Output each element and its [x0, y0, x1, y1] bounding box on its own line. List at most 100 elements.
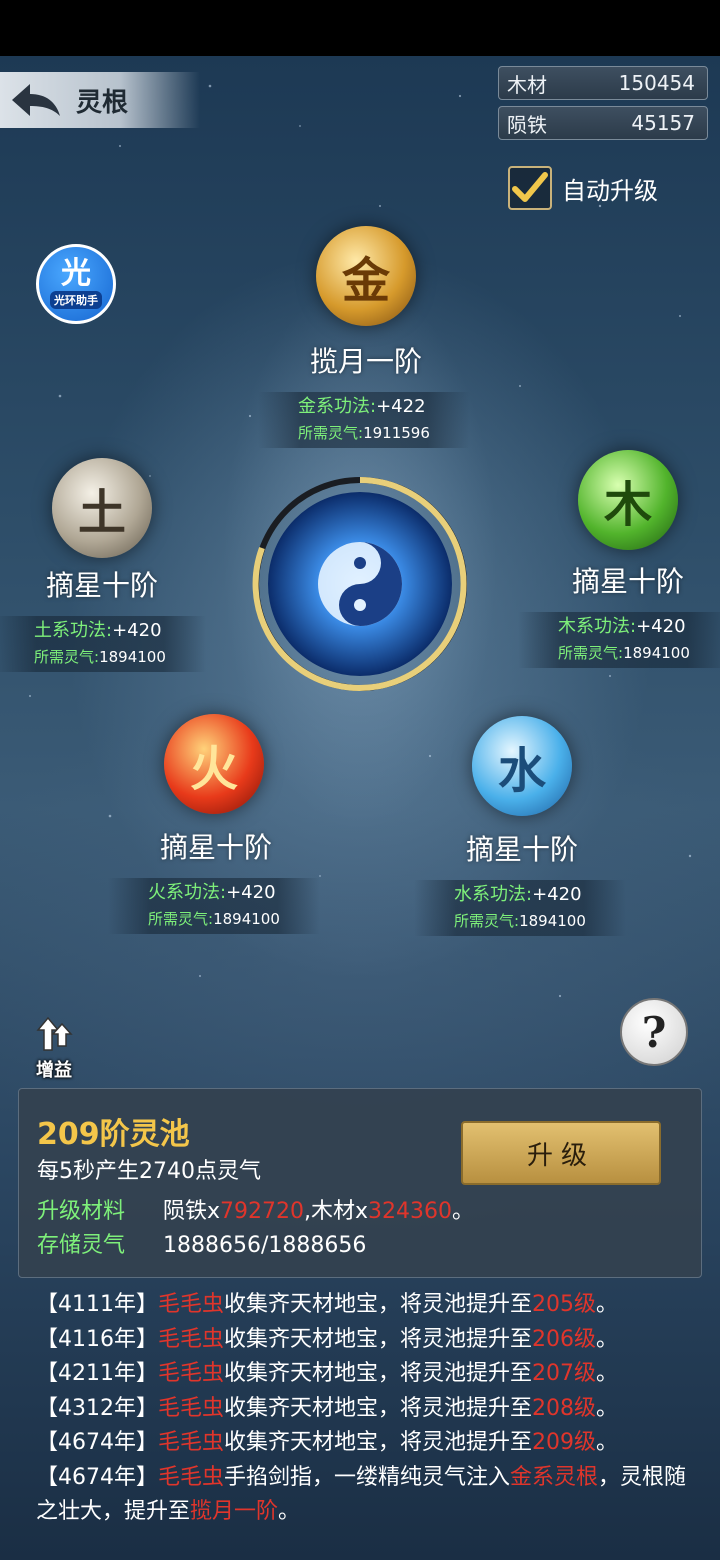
resource-iron: 陨铁 45157	[498, 106, 708, 140]
pool-storage: 存储灵气 1888656/1888656	[37, 1227, 366, 1259]
fire-glyph: 火	[189, 741, 238, 797]
event-log: 【4111年】毛毛虫收集齐天材地宝，将灵池提升至205级。 【4116年】毛毛虫…	[36, 1288, 696, 1530]
help-button[interactable]: ?	[620, 998, 688, 1066]
log-year: 【4211年】	[36, 1361, 158, 1386]
element-orb-gold[interactable]: 金	[316, 226, 416, 326]
pool-material-b-qty: 324360	[368, 1199, 453, 1224]
wood-skill-value: +420	[636, 616, 686, 637]
wood-req-value: 1894100	[623, 644, 690, 662]
pool-title: 209阶灵池	[37, 1117, 190, 1152]
spirit-pool-panel: 209阶灵池 每5秒产生2740点灵气 升级材料 陨铁x792720,木材x324…	[18, 1088, 702, 1278]
element-orb-fire[interactable]: 火	[164, 714, 264, 814]
helper-badge[interactable]: 光 光环助手	[36, 244, 116, 324]
resource-wood: 木材 150454	[498, 66, 708, 100]
fire-stats: 火系功法:+420 所需灵气:1894100	[108, 878, 320, 934]
pool-rate: 每5秒产生2740点灵气	[37, 1159, 261, 1184]
element-orb-wood[interactable]: 木	[578, 450, 678, 550]
log-end: 。	[596, 1395, 619, 1421]
log-end: 。	[596, 1430, 619, 1455]
log-year: 【4312年】	[36, 1395, 158, 1421]
log-entry: 【4674年】毛毛虫手掐剑指，一缕精纯灵气注入金系灵根，灵根随之壮大，提升至揽月…	[36, 1461, 696, 1530]
pool-material-a-qty: 792720	[220, 1199, 305, 1224]
log-year: 【4674年】	[36, 1464, 158, 1490]
auto-upgrade-checkbox[interactable]	[508, 166, 552, 210]
auto-upgrade-label: 自动升级	[562, 176, 658, 205]
water-rank: 摘星十阶	[465, 833, 578, 866]
log-entry: 【4312年】毛毛虫收集齐天材地宝，将灵池提升至208级。	[36, 1392, 696, 1427]
wood-skill-label: 木系功法:	[558, 616, 637, 637]
yin-yang-core-icon[interactable]	[252, 476, 468, 692]
wood-rank: 摘星十阶	[571, 565, 684, 598]
log-target: 揽月一阶	[190, 1499, 279, 1524]
pool-material-a: 陨铁x	[163, 1199, 221, 1224]
helper-badge-label: 光环助手	[50, 291, 102, 309]
pool-material-end: 。	[452, 1199, 475, 1224]
log-entry: 【4116年】毛毛虫收集齐天材地宝，将灵池提升至206级。	[36, 1323, 696, 1358]
status-bar	[0, 0, 720, 56]
helper-badge-glyph: 光	[61, 256, 91, 291]
log-end: 。	[596, 1326, 619, 1352]
log-text: 收集齐天材地宝，将灵池提升至	[224, 1430, 533, 1455]
log-actor: 毛毛虫	[158, 1326, 225, 1352]
water-skill-value: +420	[532, 884, 582, 905]
back-button[interactable]	[0, 72, 70, 128]
gold-skill-value: +422	[376, 396, 426, 417]
water-glyph: 水	[497, 743, 546, 799]
fire-rank: 摘星十阶	[159, 831, 272, 864]
back-arrow-icon	[12, 84, 60, 116]
earth-rank: 摘星十阶	[45, 569, 158, 602]
wood-req-label: 所需灵气:	[558, 644, 624, 662]
log-year: 【4674年】	[36, 1430, 158, 1455]
element-orb-earth[interactable]: 土	[52, 458, 152, 558]
gold-req-label: 所需灵气:	[298, 424, 364, 442]
earth-stats: 土系功法:+420 所需灵气:1894100	[0, 616, 206, 672]
water-stats: 水系功法:+420 所需灵气:1894100	[414, 880, 626, 936]
log-year: 【4116年】	[36, 1326, 158, 1352]
log-end: 。	[278, 1499, 301, 1524]
earth-req-value: 1894100	[99, 648, 166, 666]
log-text: 收集齐天材地宝，将灵池提升至	[224, 1292, 533, 1317]
resource-iron-name: 陨铁	[507, 112, 547, 137]
log-actor: 毛毛虫	[158, 1395, 225, 1421]
earth-glyph: 土	[77, 485, 126, 541]
gold-req-value: 1911596	[363, 424, 430, 442]
boost-label: 增益	[36, 1060, 72, 1081]
fire-skill-label: 火系功法:	[148, 882, 227, 903]
log-target: 金系灵根	[510, 1464, 599, 1490]
auto-upgrade-toggle[interactable]: 自动升级	[508, 166, 658, 210]
pool-material-sep: ,木材x	[304, 1199, 369, 1224]
wood-stats: 木系功法:+420 所需灵气:1894100	[518, 612, 720, 668]
page-title: 灵根	[76, 87, 129, 118]
question-icon: ?	[641, 1007, 667, 1057]
log-entry: 【4211年】毛毛虫收集齐天材地宝，将灵池提升至207级。	[36, 1357, 696, 1392]
log-actor: 毛毛虫	[158, 1292, 225, 1317]
fire-req-label: 所需灵气:	[148, 910, 214, 928]
resource-wood-value: 150454	[618, 71, 695, 95]
earth-skill-value: +420	[112, 620, 162, 641]
boost-button[interactable]: 增益	[28, 1016, 80, 1081]
log-target: 208级	[532, 1395, 597, 1421]
log-target: 205级	[532, 1292, 597, 1317]
log-text: 收集齐天材地宝，将灵池提升至	[224, 1326, 533, 1352]
wood-glyph: 木	[603, 477, 652, 533]
log-target: 206级	[532, 1326, 597, 1352]
pool-materials: 升级材料 陨铁x792720,木材x324360。	[37, 1193, 474, 1225]
log-actor: 毛毛虫	[158, 1464, 225, 1490]
log-end: 。	[596, 1361, 619, 1386]
fire-req-value: 1894100	[213, 910, 280, 928]
pool-material-label: 升级材料	[37, 1199, 126, 1224]
upgrade-button[interactable]: 升级	[461, 1121, 661, 1185]
gold-rank: 揽月一阶	[309, 345, 422, 378]
water-req-value: 1894100	[519, 912, 586, 930]
pool-storage-value: 1888656/1888656	[163, 1233, 367, 1258]
title-bar: 灵根	[0, 72, 200, 128]
pool-storage-label: 存储灵气	[37, 1233, 126, 1258]
log-text: 手掐剑指，一缕精纯灵气注入	[224, 1464, 511, 1490]
log-target: 209级	[532, 1430, 597, 1455]
resource-iron-value: 45157	[631, 111, 695, 135]
element-orb-water[interactable]: 水	[472, 716, 572, 816]
log-end: 。	[596, 1292, 619, 1317]
log-text: 收集齐天材地宝，将灵池提升至	[224, 1361, 533, 1386]
fire-skill-value: +420	[226, 882, 276, 903]
gold-glyph: 金	[341, 253, 390, 309]
